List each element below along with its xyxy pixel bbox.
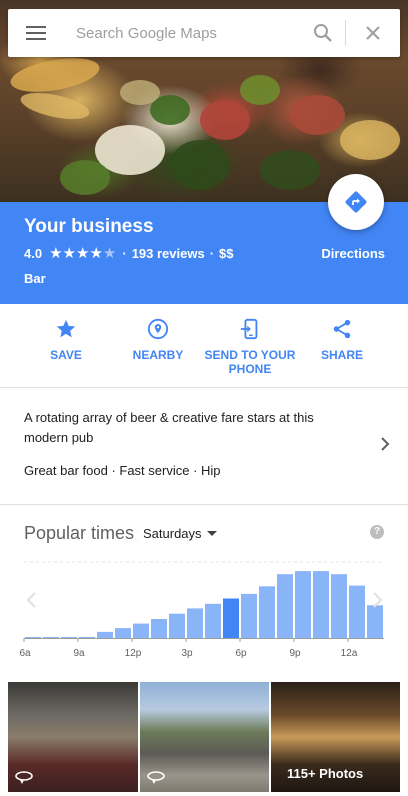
popular-times-chart-svg: 6a 9a 12p 3p 6p 9p 12a [19,561,384,659]
chart-bar-2p[interactable] [169,613,185,638]
directions-label[interactable]: Directions [321,246,385,261]
chart-bar-11p[interactable] [331,574,347,638]
chart-tick-label: 9p [289,648,301,659]
rating-value: 4.0 [24,246,43,261]
panorama-icon [147,771,165,784]
chart-tick-label: 6a [19,648,31,659]
chart-bar-10p[interactable] [313,571,329,638]
search-icon [314,24,332,42]
chart-bar-7p[interactable] [259,586,275,638]
separator: · [209,246,215,261]
photo-thumbnail[interactable]: 115+ Photos [271,682,400,792]
nearby-button[interactable]: NEARBY [128,318,188,362]
chart-bar-1a[interactable] [367,605,383,638]
chart-tick-label: 6p [235,648,247,659]
panorama-icon [15,771,33,784]
chart-bar-1p[interactable] [151,619,167,638]
chart-bar-9a[interactable] [79,637,95,638]
chart-bar-12a[interactable] [349,585,365,638]
chart-bar-3p[interactable] [187,608,203,638]
share-icon [333,319,351,339]
search-input[interactable] [64,24,301,42]
search-bar [8,9,400,57]
share-label: SHARE [320,348,363,362]
chart-bar-9p[interactable] [295,571,311,638]
description-tags: Great bar food · Fast service · Hip [24,463,221,478]
directions-icon [345,191,367,213]
send-to-phone-button[interactable]: SEND TO YOUR PHONE [204,318,296,376]
star-empty-icon: ★ [102,244,117,262]
chart-bar-7a[interactable] [43,637,59,638]
action-row: SAVE NEARBY SEND TO YOUR PHONE SHARE [0,304,408,388]
star-icon [56,319,76,338]
separator: · [122,246,127,261]
chart-bar-11a[interactable] [115,628,131,638]
chart-next-icon[interactable] [373,592,383,608]
chart-bar-8a[interactable] [61,637,77,638]
star-icon: ★ [62,244,76,262]
send-to-phone-label: SEND TO YOUR PHONE [204,348,296,376]
popular-times-title: Popular times [24,523,135,543]
chart-bar-5p[interactable] [223,598,239,639]
day-selector[interactable]: Saturdays [143,526,217,541]
description-text: A rotating array of beer & creative fare… [24,410,314,445]
save-button[interactable]: SAVE [40,318,92,362]
directions-button[interactable] [328,174,384,230]
menu-button[interactable] [8,9,64,57]
popular-times-chart: 6a 9a 12p 3p 6p 9p 12a [0,555,408,665]
chart-bar-6p[interactable] [241,593,257,638]
reviews-link[interactable]: 193 reviews [132,246,205,261]
chart-tick-label: 12p [125,648,142,659]
business-name: Your business [24,216,154,237]
chevron-right-icon [381,437,390,451]
rating-line: 4.0 ★ ★ ★ ★ ★ · 193 reviews · $$ [24,244,234,262]
chart-tick-label: 9a [73,648,85,659]
chart-bar-8p[interactable] [277,574,293,638]
search-button[interactable] [301,9,345,57]
star-icon: ★ [89,244,103,262]
chart-bar-12p[interactable] [133,623,149,638]
chart-prev-icon[interactable] [26,592,36,608]
photo-strip: 115+ Photos [8,682,400,792]
share-button[interactable]: SHARE [316,318,368,362]
nearby-icon [147,318,169,340]
chart-bar-10a[interactable] [97,631,113,638]
dropdown-arrow-icon [206,530,217,536]
menu-icon [26,26,46,40]
photo-thumbnail[interactable] [140,682,269,792]
nearby-label: NEARBY [132,348,184,362]
chart-bar-4p[interactable] [205,603,221,638]
star-icon: ★ [49,244,63,262]
chart-tick-label: 3p [181,648,193,659]
business-category: Bar [24,271,46,286]
help-icon[interactable]: ? [370,525,384,539]
chart-tick-label: 12a [341,648,358,659]
save-label: SAVE [50,348,82,362]
close-button[interactable] [346,9,400,57]
description-section[interactable]: A rotating array of beer & creative fare… [0,388,408,505]
send-to-phone-icon [240,318,258,340]
star-icon: ★ [75,244,90,262]
rating-stars: ★ ★ ★ ★ ★ [49,244,117,262]
photo-count: 115+ Photos [287,766,364,781]
price-level: $$ [219,246,234,261]
chart-bar-6a[interactable] [25,637,41,638]
photo-thumbnail[interactable] [8,682,138,792]
close-icon [366,26,380,40]
day-selector-label: Saturdays [143,526,202,541]
